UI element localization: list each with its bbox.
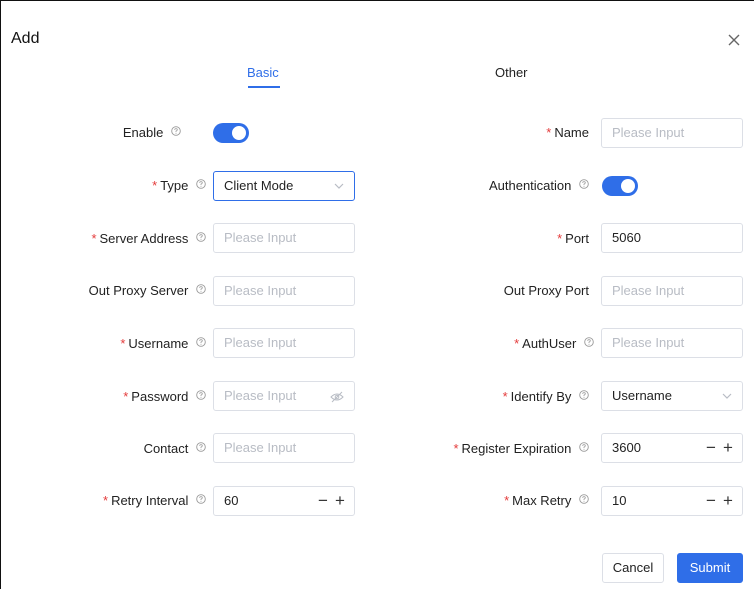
tab-basic[interactable]: Basic — [247, 65, 279, 80]
dialog-title: Add — [11, 30, 40, 47]
authentication-label: Authentication — [489, 178, 589, 193]
chevron-down-icon — [334, 183, 344, 189]
server-address-label: * Server Address — [91, 231, 206, 246]
identify-by-label: * Identify By — [503, 389, 589, 404]
password-input[interactable]: Please Input — [213, 381, 355, 411]
help-icon[interactable] — [579, 494, 589, 504]
chevron-down-icon — [722, 393, 732, 399]
username-input[interactable]: Please Input — [213, 328, 355, 358]
enable-label: Enable — [123, 125, 181, 140]
help-icon[interactable] — [196, 390, 206, 400]
contact-input[interactable]: Please Input — [213, 433, 355, 463]
port-input[interactable]: 5060 — [601, 223, 743, 253]
cancel-button[interactable]: Cancel — [602, 553, 664, 583]
name-input[interactable]: Please Input — [601, 118, 743, 148]
retry-interval-label: * Retry Interval — [103, 493, 206, 508]
increment-button[interactable]: + — [335, 492, 345, 509]
out-proxy-server-label: Out Proxy Server — [89, 283, 206, 298]
identify-by-select[interactable]: Username — [601, 381, 743, 411]
out-proxy-server-input[interactable]: Please Input — [213, 276, 355, 306]
close-icon[interactable] — [725, 31, 743, 49]
help-icon[interactable] — [579, 390, 589, 400]
out-proxy-port-label: Out Proxy Port — [503, 283, 589, 298]
type-label: * Type — [152, 178, 206, 193]
register-expiration-label: * Register Expiration — [453, 441, 589, 456]
help-icon[interactable] — [196, 442, 206, 452]
max-retry-stepper[interactable]: 10 − + — [601, 486, 743, 516]
increment-button[interactable]: + — [723, 492, 733, 509]
help-icon[interactable] — [579, 179, 589, 189]
decrement-button[interactable]: − — [706, 492, 716, 509]
authuser-label: * AuthUser — [514, 336, 594, 351]
decrement-button[interactable]: − — [706, 439, 716, 456]
help-icon[interactable] — [584, 337, 594, 347]
submit-button[interactable]: Submit — [677, 553, 743, 583]
help-icon[interactable] — [196, 232, 206, 242]
authuser-input[interactable]: Please Input — [601, 328, 743, 358]
retry-interval-stepper[interactable]: 60 − + — [213, 486, 355, 516]
active-tab-indicator — [248, 86, 280, 88]
help-icon[interactable] — [196, 179, 206, 189]
help-icon[interactable] — [171, 126, 181, 136]
contact-label: Contact — [144, 441, 206, 456]
help-icon[interactable] — [196, 284, 206, 294]
port-label: * Port — [557, 231, 589, 246]
help-icon[interactable] — [579, 442, 589, 452]
increment-button[interactable]: + — [723, 439, 733, 456]
name-label: * Name — [546, 125, 589, 140]
eye-hidden-icon[interactable] — [330, 391, 344, 403]
enable-toggle[interactable] — [213, 123, 249, 143]
add-dialog: Add Basic Other Enable * Name Please Inpu… — [0, 0, 754, 589]
username-label: * Username — [120, 336, 206, 351]
server-address-input[interactable]: Please Input — [213, 223, 355, 253]
tab-other[interactable]: Other — [495, 65, 528, 80]
password-label: * Password — [123, 389, 206, 404]
decrement-button[interactable]: − — [318, 492, 328, 509]
authentication-toggle[interactable] — [602, 176, 638, 196]
out-proxy-port-input[interactable]: Please Input — [601, 276, 743, 306]
max-retry-label: * Max Retry — [504, 493, 589, 508]
register-expiration-stepper[interactable]: 3600 − + — [601, 433, 743, 463]
help-icon[interactable] — [196, 337, 206, 347]
type-select[interactable]: Client Mode — [213, 171, 355, 201]
help-icon[interactable] — [196, 494, 206, 504]
